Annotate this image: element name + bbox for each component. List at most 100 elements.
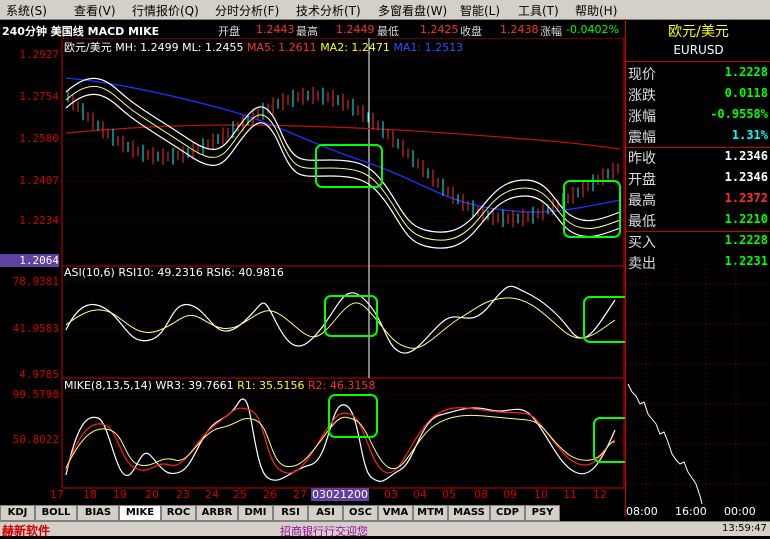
- quote-row: 买入 1.2228: [626, 231, 770, 252]
- quote-row-value: 0.0118: [724, 86, 768, 100]
- quote-row-value: 1.2372: [724, 191, 768, 205]
- x-label: 09: [503, 488, 517, 501]
- mike-header-text: MIKE(8,13,5,14) WR3: 39.7661: [64, 379, 234, 392]
- low-label: 最低: [377, 25, 399, 38]
- ticker-text: 招商银行行交迎您: [280, 525, 368, 538]
- x-label: 04: [413, 488, 427, 501]
- highlight-box-asi-2: [583, 296, 625, 343]
- tab-bias[interactable]: BIAS: [77, 505, 119, 521]
- open-label: 开盘: [218, 25, 240, 38]
- quote-row-value: 1.2228: [724, 233, 768, 247]
- tab-mtm[interactable]: MTM: [413, 505, 448, 521]
- clock: 13:59:47: [722, 523, 767, 534]
- x-label: 25: [233, 488, 247, 501]
- quote-row: 震幅 1.31%: [626, 126, 770, 148]
- quote-row-label: 现价: [628, 67, 656, 83]
- status-bar: 赫新软件 招商银行行交迎您 13:59:47: [0, 521, 770, 538]
- x-label: 18: [83, 488, 97, 501]
- highlight-box-main-1: [315, 144, 383, 188]
- menu-timeshare[interactable]: 分时分析(F): [215, 2, 279, 19]
- quote-row-value: 1.2346: [724, 149, 768, 163]
- tab-arbr[interactable]: ARBR: [196, 505, 238, 521]
- tab-boll[interactable]: BOLL: [35, 505, 77, 521]
- low-value: 1.2425: [420, 23, 459, 36]
- r2-line: [65, 414, 616, 470]
- r1-value: R1: 35.5156: [237, 379, 305, 392]
- quote-row-label: 昨收: [628, 151, 656, 167]
- info-bar: 240分钟 美国线 MACD MIKE 开盘 1.2443 最高 1.2449 …: [0, 21, 624, 38]
- quote-row-label: 涨跌: [628, 88, 656, 104]
- quote-row-label: 最高: [628, 193, 656, 209]
- mike-pane-header: MIKE(8,13,5,14) WR3: 39.7661 R1: 35.5156…: [64, 379, 375, 392]
- ma5-value: MA5: 1.2611: [246, 41, 317, 54]
- menu-system[interactable]: 系统(S): [6, 2, 47, 19]
- main-ylabel-0: 1.2927: [19, 48, 59, 61]
- mike-ylabel-0: 99.5798: [12, 388, 59, 401]
- menu-multiwindow[interactable]: 多窗看盘(W): [378, 2, 447, 19]
- main-ylabel-5: 1.2064: [0, 254, 59, 267]
- mike-ylabel-1: 50.8022: [12, 433, 59, 446]
- menu-bar: 系统(S) 查看(V) 行情报价(Q) 分时分析(F) 技术分析(T) 多窗看盘…: [0, 0, 770, 20]
- main-ylabel-1: 1.2754: [19, 90, 59, 103]
- intraday-chart: [626, 264, 770, 509]
- tab-vma[interactable]: VMA: [378, 505, 413, 521]
- tab-psy[interactable]: PSY: [525, 505, 560, 521]
- x-label: 20: [145, 488, 159, 501]
- menu-smart[interactable]: 智能(L): [460, 2, 500, 19]
- asi-ylabel-2: 4.9785: [19, 368, 59, 381]
- change-label: 涨幅: [540, 25, 562, 38]
- quote-row-label: 震幅: [628, 130, 656, 146]
- tab-roc[interactable]: ROC: [161, 505, 196, 521]
- quote-row: 最高 1.2372: [626, 189, 770, 210]
- tab-kdj[interactable]: KDJ: [0, 505, 35, 521]
- brand-label: 赫新软件: [2, 524, 51, 538]
- main-ylabel-3: 1.2407: [19, 174, 59, 187]
- menu-quote[interactable]: 行情报价(Q): [132, 2, 199, 19]
- tab-mike[interactable]: MIKE: [119, 505, 161, 521]
- quote-row: 现价 1.2228: [626, 63, 770, 84]
- tab-dmi[interactable]: DMI: [238, 505, 273, 521]
- main-pane-frame: [61, 38, 625, 267]
- menu-view[interactable]: 查看(V): [74, 2, 116, 19]
- x-label: 19: [113, 488, 127, 501]
- main-ylabel-4: 1.2234: [19, 214, 59, 227]
- price-bars: [67, 87, 619, 228]
- high-label: 最高: [296, 25, 318, 38]
- main-pane-header: 欧元/美元 MH: 1.2499 ML: 1.2455 MA5: 1.2611 …: [64, 39, 463, 55]
- quote-name: 欧元/美元: [668, 24, 729, 40]
- x-label: 03: [384, 488, 398, 501]
- asi-ylabel-0: 78.9381: [12, 275, 59, 288]
- x-label: 27: [293, 488, 307, 501]
- menu-help[interactable]: 帮助(H): [575, 2, 617, 19]
- x-label: 10: [534, 488, 548, 501]
- x-label: 26: [263, 488, 277, 501]
- quote-row-value: 1.2228: [724, 65, 768, 79]
- high-value: 1.2449: [336, 23, 375, 36]
- menu-technical[interactable]: 技术分析(T): [296, 2, 361, 19]
- quote-row-value: 1.2346: [724, 170, 768, 184]
- x-label: 11: [563, 488, 577, 501]
- x-label: 24: [205, 488, 219, 501]
- quote-row-label: 开盘: [628, 172, 656, 188]
- quote-row-label: 涨幅: [628, 109, 656, 125]
- ma1-value: MA1: 1.2513: [393, 41, 464, 54]
- main-header-text: 欧元/美元 MH: 1.2499 ML: 1.2455: [64, 41, 244, 54]
- ma2-value: MA2: 1.2471: [320, 41, 390, 54]
- indicator-tabs: KDJ BOLL BIAS MIKE ROC ARBR DMI RSI ASI OSC VMA MTM…: [0, 505, 625, 521]
- time-label-2: 00:00: [724, 505, 756, 518]
- asi-pane-header: ASI(10,6) RSI10: 49.2316 RSI6: 40.9816: [64, 266, 284, 279]
- close-value: 1.2438: [500, 23, 539, 36]
- chart-title: 240分钟 美国线 MACD MIKE: [2, 25, 160, 38]
- tab-mass[interactable]: MASS: [448, 505, 490, 521]
- main-ylabel-2: 1.2580: [19, 132, 59, 145]
- tab-osc[interactable]: OSC: [343, 505, 378, 521]
- quote-row: 涨幅 -0.9558%: [626, 105, 770, 126]
- quote-panel: 欧元/美元 EURUSD 现价 1.2228 涨跌 0.0118 涨幅 -0.9558% 震…: [625, 19, 770, 518]
- quote-code: EURUSD: [673, 43, 724, 57]
- r2-value: R2: 46.3158: [308, 379, 376, 392]
- tab-rsi[interactable]: RSI: [273, 505, 308, 521]
- quote-row: 昨收 1.2346: [626, 147, 770, 168]
- tab-cdp[interactable]: CDP: [490, 505, 525, 521]
- tab-asi[interactable]: ASI: [308, 505, 343, 521]
- menu-tools[interactable]: 工具(T): [518, 2, 559, 19]
